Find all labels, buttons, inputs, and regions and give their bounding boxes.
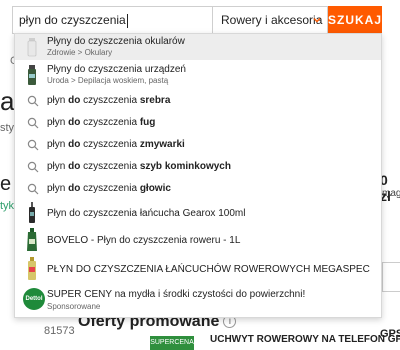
search-input-value: płyn do czyszczenia bbox=[19, 13, 126, 27]
category-select-value: Rowery i akcesoria bbox=[221, 13, 323, 27]
category-title: Płyny do czyszczenia urządzeń bbox=[47, 64, 186, 75]
search-icon bbox=[27, 161, 39, 173]
sponsored-suggestion[interactable]: Dettol SUPER CENY na mydła i środki czys… bbox=[15, 284, 381, 318]
product-suggestion[interactable]: BOVELO - Płyn do czyszczenia roweru - 1L bbox=[15, 226, 381, 254]
category-title: Płyny do czyszczenia okularów bbox=[47, 36, 185, 47]
suggestion-text: płyn do czyszczenia srebra bbox=[47, 95, 171, 106]
device-cleaner-icon bbox=[28, 65, 36, 85]
category-path: Uroda > Depilacja woskiem, pastą bbox=[47, 76, 169, 85]
suggestion-item[interactable]: płyn do czyszczenia zmywarki bbox=[15, 134, 381, 156]
background-select[interactable] bbox=[382, 262, 400, 292]
background-link[interactable]: tyk bbox=[0, 200, 14, 212]
search-icon bbox=[27, 117, 39, 129]
category-path: Zdrowie > Okulary bbox=[47, 48, 113, 57]
search-suggestions-dropdown: Płyny do czyszczenia okularów Zdrowie > … bbox=[14, 33, 382, 318]
suggestion-text: płyn do czyszczenia fug bbox=[47, 117, 156, 128]
suggestion-item[interactable]: płyn do czyszczenia głowic bbox=[15, 178, 381, 200]
product-title: PŁYN DO CZYSZCZENIA ŁAŃCUCHÓW ROWEROWYCH… bbox=[47, 264, 370, 275]
megaspec-bottle-icon bbox=[28, 257, 36, 280]
sponsored-label: Sponsorowane bbox=[47, 302, 101, 311]
search-icon bbox=[27, 183, 39, 195]
supercena-badge: SUPERCENA bbox=[150, 336, 194, 350]
dettol-logo: Dettol bbox=[23, 288, 45, 310]
chevron-down-icon bbox=[313, 18, 321, 23]
text-caret bbox=[126, 13, 128, 28]
category-suggestion-2[interactable]: Płyny do czyszczenia urządzeń Uroda > De… bbox=[15, 60, 381, 90]
spray-bottle-icon bbox=[27, 38, 37, 57]
background-right-text: mag bbox=[382, 188, 400, 199]
suggestion-item[interactable]: płyn do czyszczenia srebra bbox=[15, 90, 381, 112]
suggestion-text: płyn do czyszczenia zmywarki bbox=[47, 139, 185, 150]
category-select[interactable]: Rowery i akcesoria bbox=[212, 6, 328, 34]
suggestion-text: płyn do czyszczenia głowic bbox=[47, 183, 171, 194]
product-suggestion[interactable]: PŁYN DO CZYSZCZENIA ŁAŃCUCHÓW ROWEROWYCH… bbox=[15, 254, 381, 284]
product-title: Płyn do czyszczenia łańcucha Gearox 100m… bbox=[47, 208, 246, 219]
suggestion-item[interactable]: płyn do czyszczenia szyb kominkowych bbox=[15, 156, 381, 178]
chain-lube-bottle-icon bbox=[29, 202, 35, 223]
background-number: 81573 bbox=[44, 325, 75, 337]
search-icon bbox=[27, 95, 39, 107]
suggestion-item[interactable]: płyn do czyszczenia fug bbox=[15, 112, 381, 134]
background-heading-2: e bbox=[0, 173, 12, 195]
search-input[interactable]: płyn do czyszczenia bbox=[12, 6, 212, 34]
promo-product-title[interactable]: UCHWYT ROWEROWY NA TELEFON GPS bbox=[210, 334, 400, 345]
suggestion-text: płyn do czyszczenia szyb kominkowych bbox=[47, 161, 231, 172]
product-title: BOVELO - Płyn do czyszczenia roweru - 1L bbox=[47, 235, 241, 246]
search-icon bbox=[27, 139, 39, 151]
bike-cleaner-bottle-icon bbox=[27, 228, 37, 251]
product-suggestion[interactable]: Płyn do czyszczenia łańcucha Gearox 100m… bbox=[15, 200, 381, 226]
sponsored-title: SUPER CENY na mydła i środki czystości d… bbox=[47, 289, 306, 300]
category-suggestion-1[interactable]: Płyny do czyszczenia okularów Zdrowie > … bbox=[15, 34, 381, 60]
search-button[interactable]: SZUKAJ bbox=[328, 6, 382, 34]
